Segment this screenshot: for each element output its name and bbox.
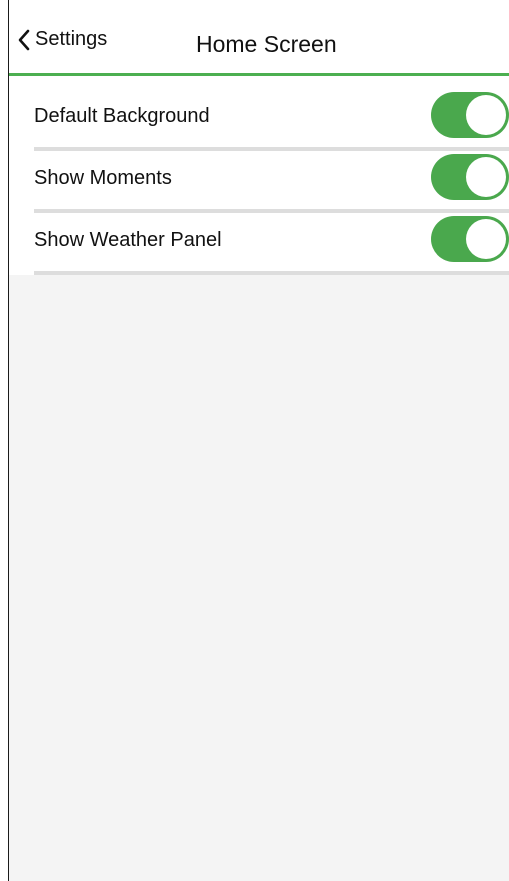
page-title: Home Screen [196, 31, 337, 57]
setting-label: Default Background [34, 105, 210, 127]
navigation-bar: Settings Home Screen [9, 0, 509, 76]
toggle-knob [466, 219, 506, 259]
setting-label: Show Weather Panel [34, 229, 222, 251]
show-weather-panel-toggle[interactable] [431, 216, 509, 262]
back-label: Settings [35, 28, 108, 50]
default-background-toggle[interactable] [431, 92, 509, 138]
chevron-left-icon [18, 29, 30, 50]
settings-screen: Settings Home Screen Default Background … [8, 0, 509, 881]
setting-row-show-weather-panel: Show Weather Panel [34, 213, 509, 275]
settings-list: Default Background Show Moments Show Wea… [9, 76, 509, 275]
toggle-knob [466, 95, 506, 135]
back-button[interactable]: Settings [17, 28, 107, 51]
setting-label: Show Moments [34, 167, 172, 189]
show-moments-toggle[interactable] [431, 154, 509, 200]
setting-row-default-background: Default Background [34, 89, 509, 151]
setting-row-show-moments: Show Moments [34, 151, 509, 213]
toggle-knob [466, 157, 506, 197]
